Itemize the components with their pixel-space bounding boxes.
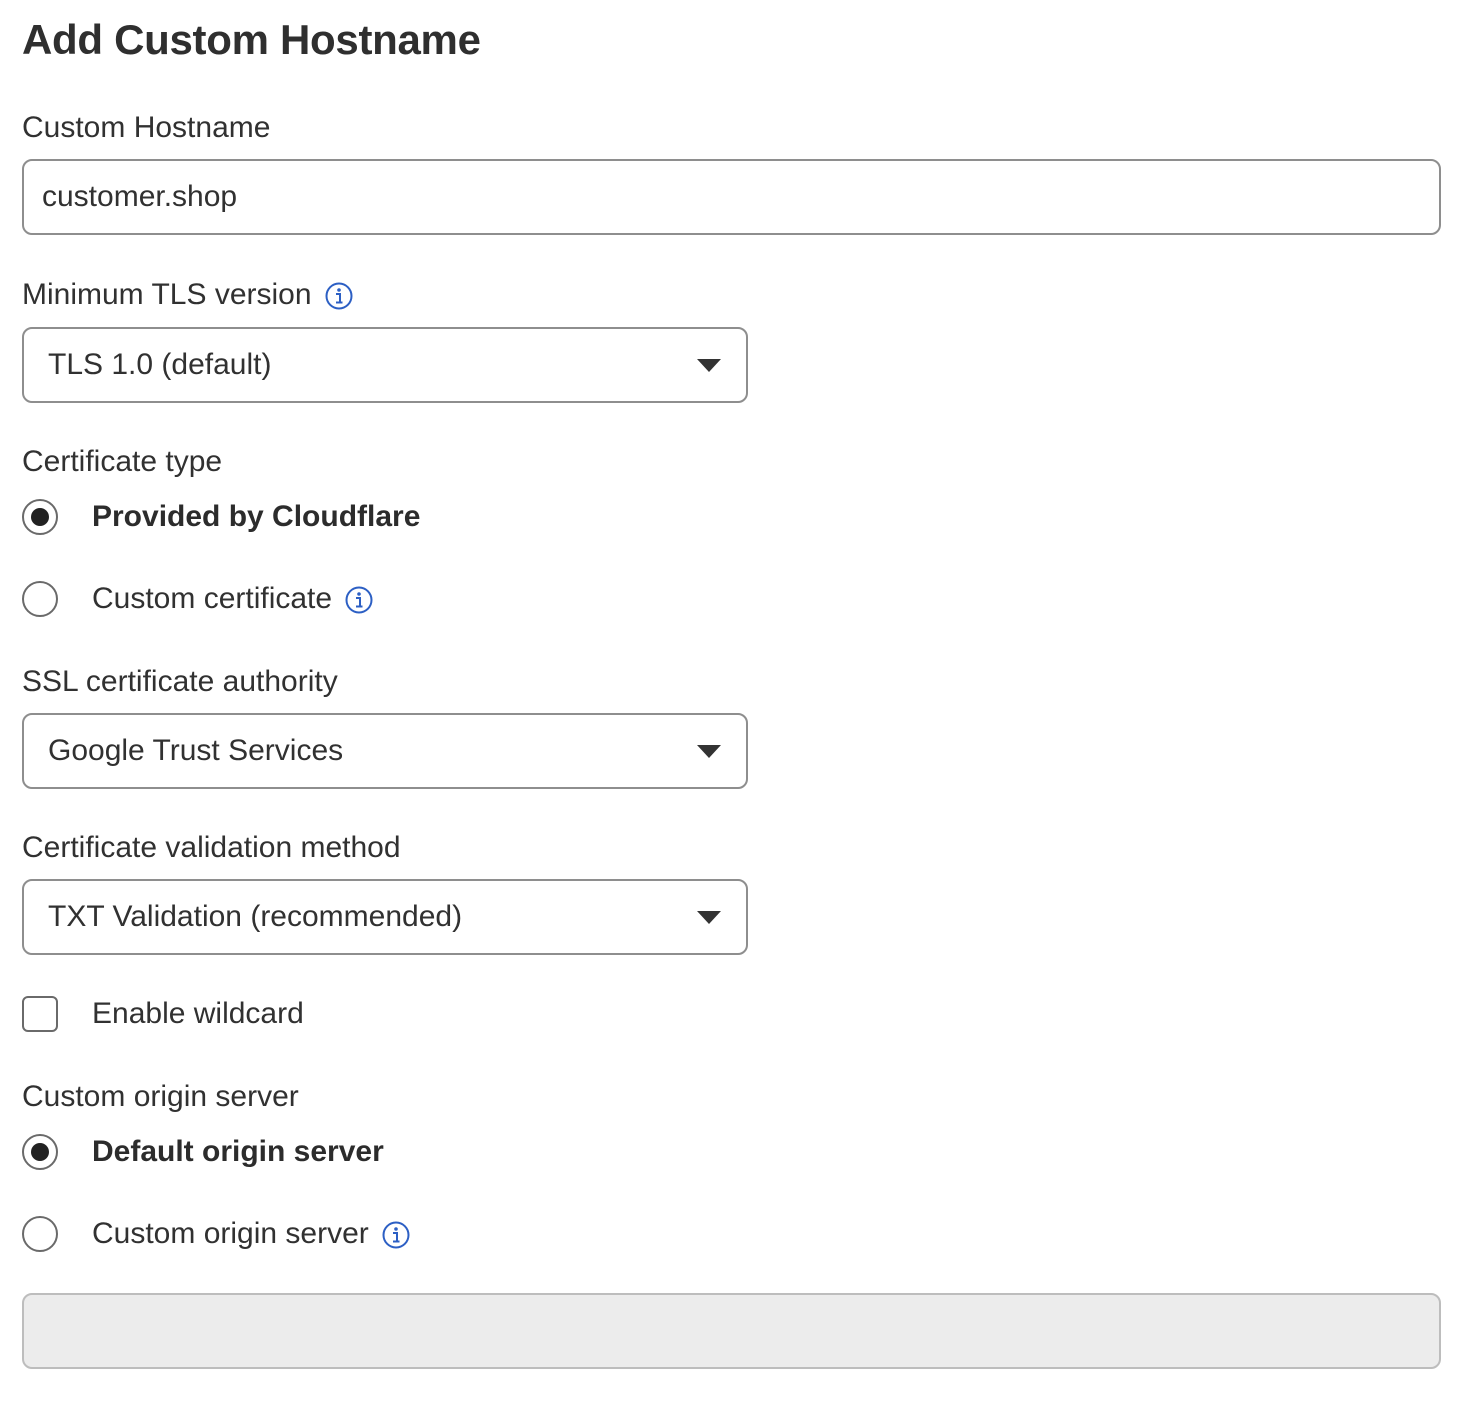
radio-label: Custom certificate — [92, 582, 333, 615]
info-icon[interactable] — [344, 585, 374, 615]
tls-version-select[interactable]: TLS 1.0 (default) — [22, 327, 748, 403]
enable-wildcard-label: Enable wildcard — [92, 997, 304, 1030]
custom-hostname-label-text: Custom Hostname — [22, 111, 271, 144]
radio-label: Default origin server — [92, 1135, 384, 1168]
radio-custom-certificate[interactable]: Custom certificate — [22, 581, 374, 617]
radio-provided-by-cloudflare[interactable]: Provided by Cloudflare — [22, 499, 420, 535]
ssl-authority-label: SSL certificate authority — [22, 664, 338, 700]
radio-default-origin-server[interactable]: Default origin server — [22, 1134, 384, 1170]
tls-version-label: Minimum TLS version — [22, 277, 354, 313]
certificate-type-label: Certificate type — [22, 444, 222, 480]
info-icon[interactable] — [324, 281, 354, 311]
radio-label: Provided by Cloudflare — [92, 500, 421, 533]
chevron-down-icon — [697, 910, 721, 924]
radio-button[interactable] — [22, 1216, 58, 1252]
custom-hostname-label: Custom Hostname — [22, 110, 270, 146]
tls-version-selected: TLS 1.0 (default) — [48, 348, 272, 381]
chevron-down-icon — [697, 358, 721, 372]
validation-method-label-text: Certificate validation method — [22, 831, 401, 864]
validation-method-label: Certificate validation method — [22, 830, 401, 866]
validation-method-selected: TXT Validation (recommended) — [48, 900, 463, 933]
custom-hostname-input[interactable]: customer.shop — [22, 159, 1441, 235]
ssl-authority-selected: Google Trust Services — [48, 734, 344, 767]
chevron-down-icon — [697, 744, 721, 758]
validation-method-select[interactable]: TXT Validation (recommended) — [22, 879, 748, 955]
ssl-authority-label-text: SSL certificate authority — [22, 665, 338, 698]
certificate-type-label-text: Certificate type — [22, 445, 223, 478]
radio-button-checked[interactable] — [22, 499, 58, 535]
custom-origin-input — [22, 1293, 1441, 1369]
custom-origin-label: Custom origin server — [22, 1079, 299, 1115]
enable-wildcard-checkbox[interactable] — [22, 996, 58, 1032]
radio-custom-origin-server[interactable]: Custom origin server — [22, 1216, 411, 1252]
info-icon[interactable] — [381, 1220, 411, 1250]
radio-button[interactable] — [22, 581, 58, 617]
enable-wildcard-checkbox-row[interactable]: Enable wildcard — [22, 996, 304, 1032]
custom-origin-label-text: Custom origin server — [22, 1080, 299, 1113]
page-title: Add Custom Hostname — [22, 16, 481, 63]
ssl-authority-select[interactable]: Google Trust Services — [22, 713, 748, 789]
radio-label: Custom origin server — [92, 1217, 369, 1250]
tls-version-label-text: Minimum TLS version — [22, 278, 312, 311]
radio-button-checked[interactable] — [22, 1134, 58, 1170]
custom-hostname-value: customer.shop — [42, 180, 238, 213]
